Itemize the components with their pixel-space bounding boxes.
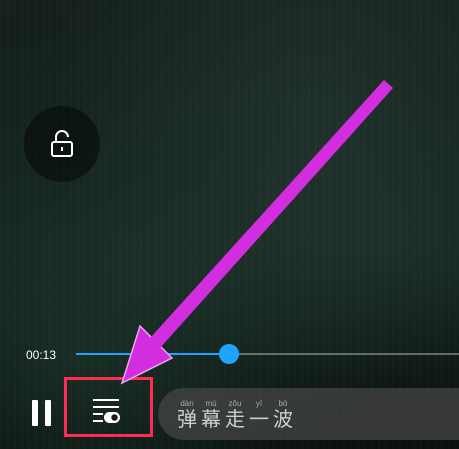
arrow-shaft — [150, 80, 393, 348]
placeholder-char: dàn 弹 — [177, 398, 197, 431]
danmaku-settings-icon — [93, 399, 120, 423]
progress-bar[interactable] — [76, 344, 459, 364]
placeholder-char: mù 幕 — [201, 398, 221, 431]
unlock-icon — [51, 130, 73, 157]
pause-icon-bar — [44, 400, 51, 426]
danmaku-settings-button[interactable] — [85, 393, 127, 429]
screen-lock-button[interactable] — [24, 106, 100, 182]
danmaku-input[interactable]: dàn 弹 mù 幕 zǒu 走 yí 一 bō 波 — [158, 388, 459, 440]
danmaku-placeholder: dàn 弹 mù 幕 zǒu 走 yí 一 bō 波 — [176, 399, 294, 430]
pause-button[interactable] — [24, 396, 58, 430]
current-time: 00:13 — [26, 348, 57, 362]
progress-thumb[interactable] — [219, 344, 240, 364]
pause-icon — [31, 400, 38, 426]
video-player[interactable]: 00:13 dàn 弹 mù 幕 zǒu 走 yí 一 bō 波 — [0, 0, 459, 449]
annotation-arrow — [120, 80, 393, 385]
placeholder-char: bō 波 — [273, 398, 293, 431]
progress-fill — [76, 353, 230, 355]
video-frame — [0, 0, 459, 449]
placeholder-char: zǒu 走 — [225, 398, 245, 431]
placeholder-char: yí 一 — [249, 398, 269, 431]
